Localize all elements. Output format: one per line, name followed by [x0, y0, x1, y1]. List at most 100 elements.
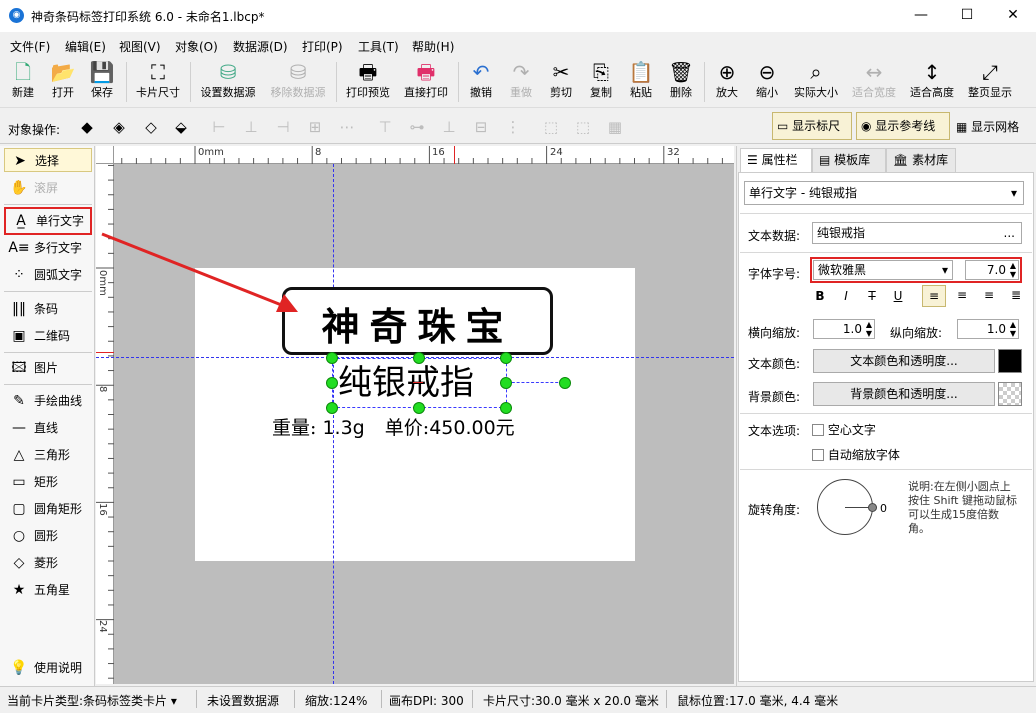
distribute-v-icon[interactable]: ⊟ — [470, 116, 492, 138]
align-right-icon[interactable]: ⊣ — [272, 116, 294, 138]
resize-handle-r[interactable] — [500, 377, 512, 389]
tab-properties[interactable]: ☰ 属性栏 — [740, 148, 812, 172]
group-icon[interactable]: ⬚ — [540, 116, 562, 138]
minimize-button[interactable]: — — [898, 0, 944, 32]
tool-barcode[interactable]: ‖‖ 条码 — [4, 297, 92, 321]
tool-round-rect[interactable]: ▢ 圆角矩形 — [4, 497, 92, 521]
tool-qrcode[interactable]: ▣ 二维码 — [4, 324, 92, 348]
distribute-h-icon[interactable]: ⊞ — [304, 116, 326, 138]
align-left-icon[interactable]: ⊢ — [208, 116, 230, 138]
rotation-knob[interactable] — [868, 503, 877, 512]
font-name-select[interactable]: 微软雅黑 ▾ — [813, 260, 953, 280]
status-card-type[interactable]: 当前卡片类型:条码标签类卡片 ▾ — [7, 692, 177, 709]
font-size-stepper[interactable]: 7.0 ▲ ▼ — [965, 260, 1019, 280]
show-guides-toggle[interactable]: ◉ 显示参考线 — [856, 112, 950, 140]
tool-circle[interactable]: ○ 圆形 — [4, 524, 92, 548]
show-grid-toggle[interactable]: ▦ 显示网格 — [956, 118, 1019, 135]
resize-handle-tr[interactable] — [500, 352, 512, 364]
logo-rounded-box[interactable]: 神奇珠宝 — [282, 287, 553, 355]
menu-file[interactable]: 文件(F) — [10, 38, 50, 55]
bring-to-front-icon[interactable]: ◆ — [76, 116, 98, 138]
save-button[interactable]: 💾 保存 — [85, 60, 119, 104]
tool-arc-text[interactable]: ⁘ 圆弧文字 — [4, 263, 92, 287]
menu-datasource[interactable]: 数据源(D) — [233, 38, 288, 55]
align-top-icon[interactable]: ⊤ — [374, 116, 396, 138]
resize-handle-l[interactable] — [326, 377, 338, 389]
tab-materials[interactable]: 🏛 素材库 — [886, 148, 956, 172]
align-left-text-icon[interactable]: ≡ — [922, 285, 946, 307]
new-button[interactable]: 🗋 新建 — [6, 60, 40, 104]
align-middle-icon[interactable]: ⊶ — [406, 116, 428, 138]
resize-handle-tl[interactable] — [326, 352, 338, 364]
copy-button[interactable]: ⎘ 复制 — [584, 60, 618, 104]
equal-spacing-icon[interactable]: ⋯ — [336, 116, 358, 138]
h-scale-stepper[interactable]: 1.0 ▲ ▼ — [813, 319, 875, 339]
bring-forward-icon[interactable]: ◇ — [140, 116, 162, 138]
price-weight-text[interactable]: 重量: 1.3g 单价:450.00元 — [272, 413, 515, 440]
menu-print[interactable]: 打印(P) — [302, 38, 343, 55]
text-data-input[interactable]: 纯银戒指... — [812, 222, 1022, 244]
send-to-back-icon[interactable]: ◈ — [108, 116, 130, 138]
full-page-button[interactable]: ⤢ 整页显示 — [964, 60, 1016, 104]
resize-handle-t[interactable] — [413, 352, 425, 364]
tab-templates[interactable]: ▤ 模板库 — [812, 148, 886, 172]
tool-diamond[interactable]: ◇ 菱形 — [4, 551, 92, 575]
rotation-dial[interactable] — [817, 479, 877, 535]
strikethrough-button[interactable]: T — [864, 289, 880, 303]
checkbox[interactable] — [812, 449, 824, 461]
align-center-text-icon[interactable]: ≡ — [950, 285, 974, 307]
hollow-text-checkbox[interactable]: 空心文字 — [812, 421, 876, 438]
menu-view[interactable]: 视图(V) — [119, 38, 161, 55]
open-button[interactable]: 📂 打开 — [46, 60, 80, 104]
zoom-in-button[interactable]: ⊕ 放大 — [710, 60, 744, 104]
close-button[interactable]: ✕ — [990, 0, 1036, 32]
checkbox[interactable] — [812, 424, 824, 436]
tool-freehand[interactable]: ✎ 手绘曲线 — [4, 389, 92, 413]
lock-icon[interactable]: ▦ — [604, 116, 626, 138]
ungroup-icon[interactable]: ⬚ — [572, 116, 594, 138]
auto-shrink-checkbox[interactable]: 自动缩放字体 — [812, 446, 900, 463]
menu-edit[interactable]: 编辑(E) — [65, 38, 106, 55]
tool-help[interactable]: 💡 使用说明 — [4, 656, 92, 680]
tool-select[interactable]: ➤ 选择 — [4, 148, 92, 172]
fit-width-button[interactable]: ↔ 适合宽度 — [848, 60, 900, 104]
menu-object[interactable]: 对象(O) — [175, 38, 218, 55]
remove-datasource-button[interactable]: ⛁ 移除数据源 — [266, 60, 330, 104]
align-right-text-icon[interactable]: ≡ — [977, 285, 1001, 307]
tool-single-text[interactable]: A̲ 单行文字 — [4, 207, 92, 235]
tool-line[interactable]: — 直线 — [4, 416, 92, 440]
rotation-handle[interactable] — [559, 377, 571, 389]
text-color-swatch[interactable] — [998, 349, 1022, 373]
text-color-button[interactable]: 文本颜色和透明度... — [813, 349, 995, 373]
set-datasource-button[interactable]: ⛁ 设置数据源 — [196, 60, 260, 104]
send-backward-icon[interactable]: ⬙ — [170, 116, 192, 138]
tool-star[interactable]: ★ 五角星 — [4, 578, 92, 602]
more-button[interactable]: ... — [1004, 223, 1015, 243]
redo-button[interactable]: ↷ 重做 — [504, 60, 538, 104]
tool-rectangle[interactable]: ▭ 矩形 — [4, 470, 92, 494]
zoom-out-button[interactable]: ⊖ 缩小 — [750, 60, 784, 104]
object-select[interactable]: 单行文字 - 纯银戒指 ▾ — [744, 181, 1024, 205]
align-center-icon[interactable]: ⊥ — [240, 116, 262, 138]
menu-tools[interactable]: 工具(T) — [358, 38, 399, 55]
paste-button[interactable]: 📋 粘贴 — [624, 60, 658, 104]
cut-button[interactable]: ✂ 剪切 — [544, 60, 578, 104]
tool-scroll[interactable]: ✋ 滚屏 — [4, 176, 92, 200]
undo-button[interactable]: ↶ 撤销 — [464, 60, 498, 104]
card-size-button[interactable]: ⛶ 卡片尺寸 — [132, 60, 184, 104]
delete-button[interactable]: 🗑 删除 — [664, 60, 698, 104]
v-spacing-icon[interactable]: ⋮ — [502, 116, 524, 138]
tool-triangle[interactable]: △ 三角形 — [4, 443, 92, 467]
underline-button[interactable]: U — [890, 289, 906, 303]
italic-button[interactable]: I — [838, 289, 854, 303]
show-ruler-toggle[interactable]: ▭ 显示标尺 — [772, 112, 852, 140]
tool-image[interactable]: 🖾 图片 — [4, 356, 92, 380]
direct-print-button[interactable]: 🖶 直接打印 — [400, 60, 452, 104]
bg-color-button[interactable]: 背景颜色和透明度... — [813, 382, 995, 406]
maximize-button[interactable]: ☐ — [944, 0, 990, 32]
fit-height-button[interactable]: ↕ 适合高度 — [906, 60, 958, 104]
v-scale-stepper[interactable]: 1.0 ▲ ▼ — [957, 319, 1019, 339]
align-bottom-icon[interactable]: ⊥ — [438, 116, 460, 138]
bg-color-swatch[interactable] — [998, 382, 1022, 406]
justify-text-icon[interactable]: ≣ — [1004, 285, 1028, 307]
